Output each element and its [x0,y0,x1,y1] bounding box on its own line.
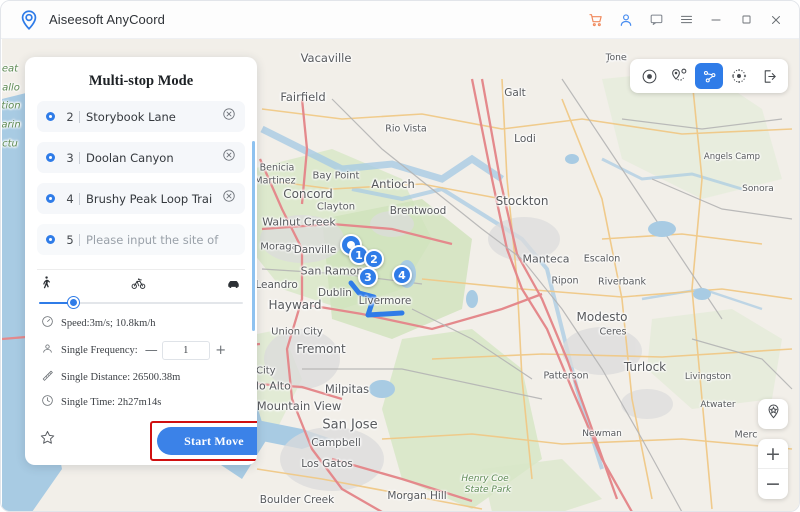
maximize-button[interactable] [731,5,761,35]
window-controls [581,5,799,35]
location-pin-icon [18,9,40,31]
zoom-in-button[interactable]: + [758,439,788,469]
clear-circle-icon[interactable] [222,189,236,208]
map-mode-toolbar [630,59,788,93]
frequency-increment-button[interactable]: + [215,343,227,358]
stop-separator [79,110,80,123]
stop-index: 4 [66,191,74,206]
stop-radio-icon[interactable] [46,153,55,162]
travel-mode-icons [25,270,257,296]
modify-location-mode-button[interactable] [635,63,663,89]
exit-button[interactable] [755,63,783,89]
stop-index: 5 [66,232,74,247]
repeat-icon [41,342,54,360]
app-title: Aiseesoft AnyCoord [49,12,165,27]
route-marker[interactable]: 2 [364,249,384,269]
frequency-stat: Single Frequency: — 1 + [25,336,257,365]
bicycle-icon[interactable] [129,276,148,296]
account-button[interactable] [611,5,641,35]
stop-row[interactable]: 3 Doolan Canyon [37,142,245,173]
stop-name-input[interactable]: Brushy Peak Loop Trai [86,192,222,206]
saved-pin-icon [765,403,782,425]
app-brand: Aiseesoft AnyCoord [1,9,165,31]
speedometer-icon [41,315,54,333]
time-value: Single Time: 2h27m14s [61,397,162,409]
distance-stat: Single Distance: 26500.38m [25,365,257,390]
walking-icon[interactable] [39,274,53,296]
title-bar: Aiseesoft AnyCoord [1,1,799,39]
multi-stop-mode-button[interactable] [695,63,723,89]
multi-stop-panel: Multi-stop Mode 2 Storybook Lane 3 Doolan C… [25,57,257,465]
stop-row[interactable]: 2 Storybook Lane [37,101,245,132]
clear-circle-icon[interactable] [222,107,236,126]
stop-separator [79,192,80,205]
start-move-button[interactable]: Start Move [157,427,257,456]
ruler-icon [41,369,54,387]
stop-row[interactable]: 4 Brushy Peak Loop Trai [37,183,245,214]
stop-radio-icon[interactable] [46,194,55,203]
slider-knob[interactable] [68,296,79,308]
zoom-controls: + − [758,439,788,499]
stop-radio-icon[interactable] [46,235,55,244]
application-window: Aiseesoft AnyCoord Vacaville Fairfield R… [0,0,800,512]
route-marker[interactable]: 4 [392,265,412,285]
menu-button[interactable] [671,5,701,35]
feedback-button[interactable] [641,5,671,35]
frequency-input[interactable]: 1 [161,341,210,361]
stop-name-input[interactable]: Please input the site of [86,233,236,247]
panel-footer: Start Move [25,415,257,465]
minimize-button[interactable] [701,5,731,35]
stop-name-input[interactable]: Storybook Lane [86,110,222,124]
time-stat: Single Time: 2h27m14s [25,390,257,415]
stop-radio-icon[interactable] [46,112,55,121]
zoom-out-button[interactable]: − [758,469,788,499]
stop-name-input[interactable]: Doolan Canyon [86,151,222,165]
panel-title: Multi-stop Mode [88,73,194,89]
one-stop-mode-button[interactable] [665,63,693,89]
stop-separator [79,151,80,164]
route-marker[interactable]: 3 [358,267,378,287]
stop-separator [79,233,80,246]
stop-index: 3 [66,150,74,165]
joystick-mode-button[interactable] [725,63,753,89]
stops-list: 2 Storybook Lane 3 Doolan Canyon 4 Brushy Pea… [25,101,257,331]
frequency-decrement-button[interactable]: — [145,343,158,358]
clock-icon [41,394,54,412]
slider-fill [39,301,71,304]
stop-index: 2 [66,109,74,124]
speed-value: Speed:3m/s; 10.8km/h [61,318,156,330]
speed-slider[interactable] [25,296,257,311]
saved-locations-button[interactable] [758,399,788,429]
cart-button[interactable] [581,5,611,35]
car-icon[interactable] [224,277,243,296]
star-icon[interactable] [39,429,56,451]
clear-circle-icon[interactable] [222,148,236,167]
distance-value: Single Distance: 26500.38m [61,372,181,384]
stop-row[interactable]: 5 Please input the site of [37,224,245,255]
close-button[interactable] [761,5,791,35]
frequency-label: Single Frequency: [61,345,138,357]
speed-stat: Speed:3m/s; 10.8km/h [25,311,257,336]
quantity-stepper: — 1 + [145,341,227,361]
